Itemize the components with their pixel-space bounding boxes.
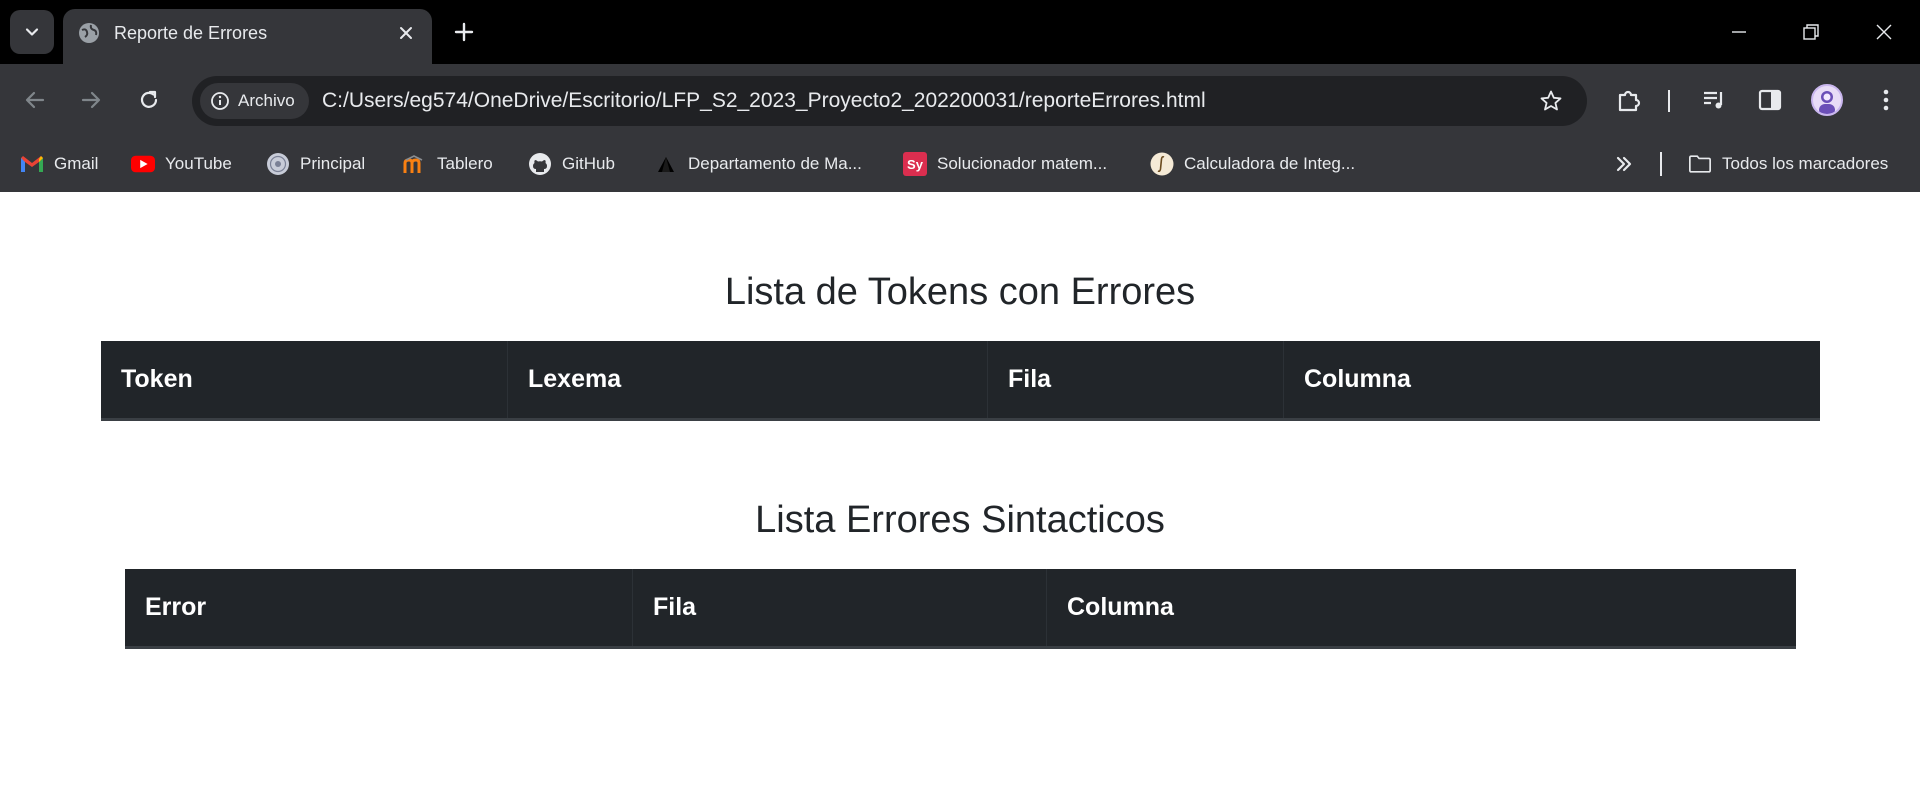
star-icon <box>1540 90 1562 111</box>
site-chip-label: Archivo <box>238 91 295 110</box>
arrow-left-icon <box>25 91 45 109</box>
bookmark-label: Departamento de Ma... <box>688 154 862 173</box>
youtube-icon <box>131 152 155 176</box>
extensions-button[interactable] <box>1611 82 1647 118</box>
info-icon <box>211 92 229 110</box>
column-header-error: Error <box>125 569 633 646</box>
bookmark-principal[interactable]: Principal <box>266 150 365 178</box>
column-header-columna: Columna <box>1304 365 1411 393</box>
address-bar[interactable]: Archivo C:/Users/eg574/OneDrive/Escritor… <box>192 76 1587 126</box>
user-avatar-icon <box>1819 91 1835 114</box>
syntax-errors-table: Error Fila Columna <box>125 569 1796 649</box>
chevron-down-icon <box>25 28 39 36</box>
svg-text:Sy: Sy <box>907 157 924 172</box>
restore-button[interactable] <box>1793 14 1829 50</box>
bookmark-calculadora[interactable]: Calculadora de Integ... <box>1150 150 1355 178</box>
forward-button[interactable] <box>71 80 111 120</box>
tab-strip: Reporte de Errores <box>0 0 1920 64</box>
column-header-columna: Columna <box>1067 593 1174 621</box>
bookmark-solucionador[interactable]: Sy Solucionador matem... <box>903 150 1107 178</box>
new-tab-button[interactable] <box>450 18 478 46</box>
arrow-right-icon <box>81 91 101 109</box>
all-bookmarks-button[interactable]: Todos los marcadores <box>1688 150 1888 178</box>
bookmark-label: Solucionador matem... <box>937 154 1108 173</box>
bookmark-label: YouTube <box>165 154 232 173</box>
kebab-menu-icon <box>1883 89 1889 111</box>
github-icon <box>528 152 552 176</box>
playlist-music-icon <box>1704 91 1723 109</box>
close-icon <box>400 27 412 39</box>
bookmarks-divider <box>1660 152 1662 176</box>
bookmark-label: Tablero <box>437 154 493 173</box>
close-icon <box>1876 24 1892 40</box>
bookmark-departamento[interactable]: Departamento de Ma... <box>654 150 862 178</box>
folder-icon <box>1688 152 1712 176</box>
tab-search-button[interactable] <box>10 10 54 54</box>
bookmarks-bar: Gmail YouTube Principal Tablero GitHub D… <box>0 136 1920 192</box>
bookmark-youtube[interactable]: YouTube <box>131 150 232 178</box>
integral-icon <box>1150 152 1174 176</box>
bookmark-label: Calculadora de Integ... <box>1184 154 1356 173</box>
tokens-errors-title: Lista de Tokens con Errores <box>724 271 1196 313</box>
tab-title: Reporte de Errores <box>114 23 268 43</box>
tab-close-button[interactable] <box>394 21 418 45</box>
side-panel-button[interactable] <box>1752 82 1788 118</box>
moodle-icon <box>403 152 427 176</box>
toolbar-divider <box>1668 90 1670 112</box>
double-chevron-right-icon <box>1616 156 1632 172</box>
reload-button[interactable] <box>129 80 169 120</box>
bookmark-gmail[interactable]: Gmail <box>20 150 98 178</box>
column-header-fila: Fila <box>988 341 1284 418</box>
bookmark-label: GitHub <box>562 154 615 173</box>
column-header-lexema: Lexema <box>508 341 988 418</box>
puzzle-icon <box>1618 90 1641 112</box>
globe-icon <box>79 23 99 43</box>
profile-avatar[interactable] <box>1811 84 1843 116</box>
symbolab-icon: Sy <box>903 152 927 176</box>
bookmark-star-button[interactable] <box>1537 87 1565 115</box>
side-panel-icon <box>1758 89 1782 111</box>
all-bookmarks-label: Todos los marcadores <box>1722 154 1889 173</box>
reload-icon <box>140 90 158 108</box>
menu-button[interactable] <box>1868 82 1904 118</box>
triangle-icon <box>654 152 678 176</box>
column-header-token: Token <box>101 341 508 418</box>
bookmark-github[interactable]: GitHub <box>528 150 615 178</box>
more-bookmarks-button[interactable] <box>1610 150 1638 178</box>
seal-icon <box>266 152 290 176</box>
column-header-fila: Fila <box>633 569 1047 646</box>
syntax-errors-title: Lista Errores Sintacticos <box>755 499 1165 541</box>
close-window-button[interactable] <box>1866 14 1902 50</box>
gmail-icon <box>20 152 44 176</box>
minimize-icon <box>1732 31 1746 33</box>
tokens-errors-table: Token Lexema Fila Columna <box>101 341 1820 421</box>
back-button[interactable] <box>15 80 55 120</box>
plus-icon <box>454 22 474 42</box>
site-info-chip[interactable]: Archivo <box>200 83 309 119</box>
restore-icon <box>1803 24 1819 40</box>
bookmark-label: Principal <box>300 154 366 173</box>
browser-toolbar: Archivo C:/Users/eg574/OneDrive/Escritor… <box>0 64 1920 136</box>
active-tab[interactable]: Reporte de Errores <box>63 9 432 64</box>
media-control-button[interactable] <box>1696 82 1732 118</box>
bookmark-tablero[interactable]: Tablero <box>403 150 493 178</box>
url-text[interactable]: C:/Users/eg574/OneDrive/Escritorio/LFP_S… <box>322 89 1206 113</box>
minimize-button[interactable] <box>1721 14 1757 50</box>
page-content: Lista de Tokens con Errores Token Lexema… <box>0 192 1920 792</box>
bookmark-label: Gmail <box>54 154 99 173</box>
